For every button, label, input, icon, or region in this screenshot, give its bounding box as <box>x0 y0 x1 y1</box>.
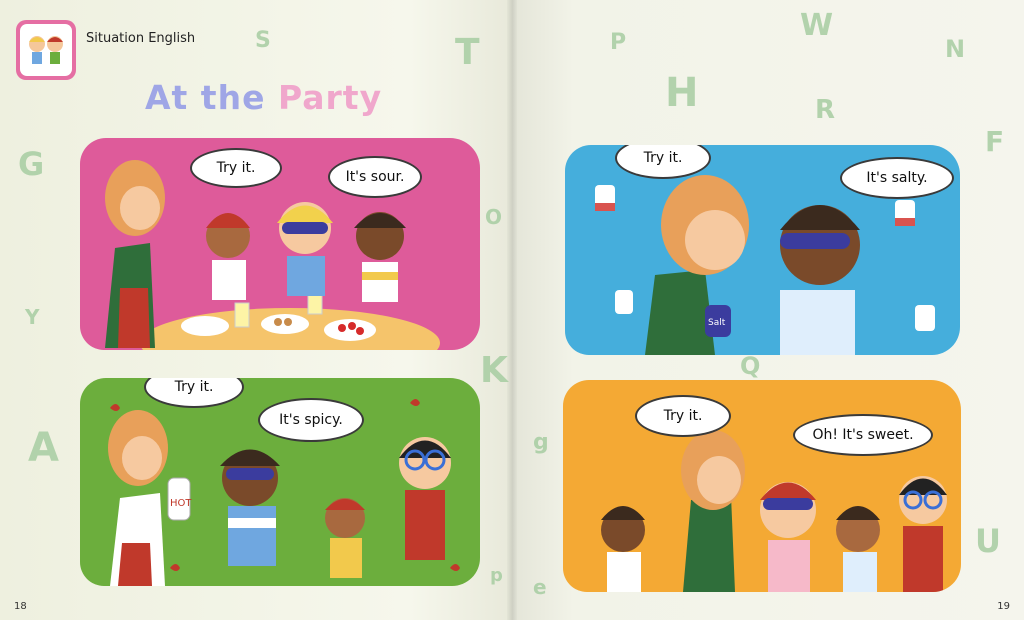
speech-bubble: Oh! It's sweet. <box>793 414 933 456</box>
speech-text: Try it. <box>216 160 256 176</box>
speech-text: It's spicy. <box>279 412 343 428</box>
deco-letter: W <box>800 8 834 43</box>
speech-bubble: Try it. <box>635 395 731 437</box>
deco-letter: H <box>665 70 699 116</box>
speech-bubble: It's salty. <box>840 157 954 199</box>
page-number-right: 19 <box>997 601 1010 612</box>
speech-bubble: It's sour. <box>328 156 422 198</box>
deco-letter: P <box>610 30 627 55</box>
title-part-2: Party <box>277 78 383 117</box>
deco-letter: g <box>533 430 549 455</box>
speech-text: It's sour. <box>345 169 405 185</box>
situation-english-badge <box>16 20 76 80</box>
deco-letter: Y <box>25 305 40 329</box>
deco-letter: A <box>28 425 59 471</box>
speech-bubble: It's spicy. <box>258 398 364 442</box>
page-number-left: 18 <box>14 601 27 612</box>
title-part-1: At the <box>145 78 266 117</box>
speech-text: Try it. <box>663 408 703 424</box>
kids-icon <box>29 36 63 64</box>
deco-letter: R <box>815 95 836 125</box>
book-spine <box>507 0 517 620</box>
deco-letter: N <box>945 35 966 63</box>
deco-letter: G <box>18 145 45 183</box>
deco-letter: p <box>490 565 503 586</box>
hot-label: HOT <box>170 498 192 509</box>
panel-party-sour: Try it. It's sour. <box>80 138 480 350</box>
speech-text: Try it. <box>174 379 214 395</box>
panel-party-spicy: HOT Try it. It's spicy. <box>80 378 480 586</box>
sweet-illustration <box>601 430 947 592</box>
speech-text: It's salty. <box>866 170 928 186</box>
deco-letter: U <box>975 522 1001 560</box>
panel-party-salty: Salt Try it. It's salty. <box>565 145 960 355</box>
deco-letter: F <box>985 125 1005 158</box>
salt-label: Salt <box>708 318 726 328</box>
deco-letter: T <box>455 32 480 73</box>
speech-text: Try it. <box>643 150 683 166</box>
deco-letter: S <box>255 28 271 53</box>
speech-text: Oh! It's sweet. <box>812 427 914 443</box>
panel-party-sweet: Try it. Oh! It's sweet. <box>563 380 961 592</box>
deco-letter: O <box>485 205 503 229</box>
deco-letter: K <box>480 350 508 391</box>
section-label: Situation English <box>86 31 196 46</box>
page-title: At the Party <box>145 78 382 117</box>
deco-letter: Q <box>740 352 761 380</box>
speech-bubble: Try it. <box>190 148 282 188</box>
deco-letter: e <box>533 575 547 599</box>
